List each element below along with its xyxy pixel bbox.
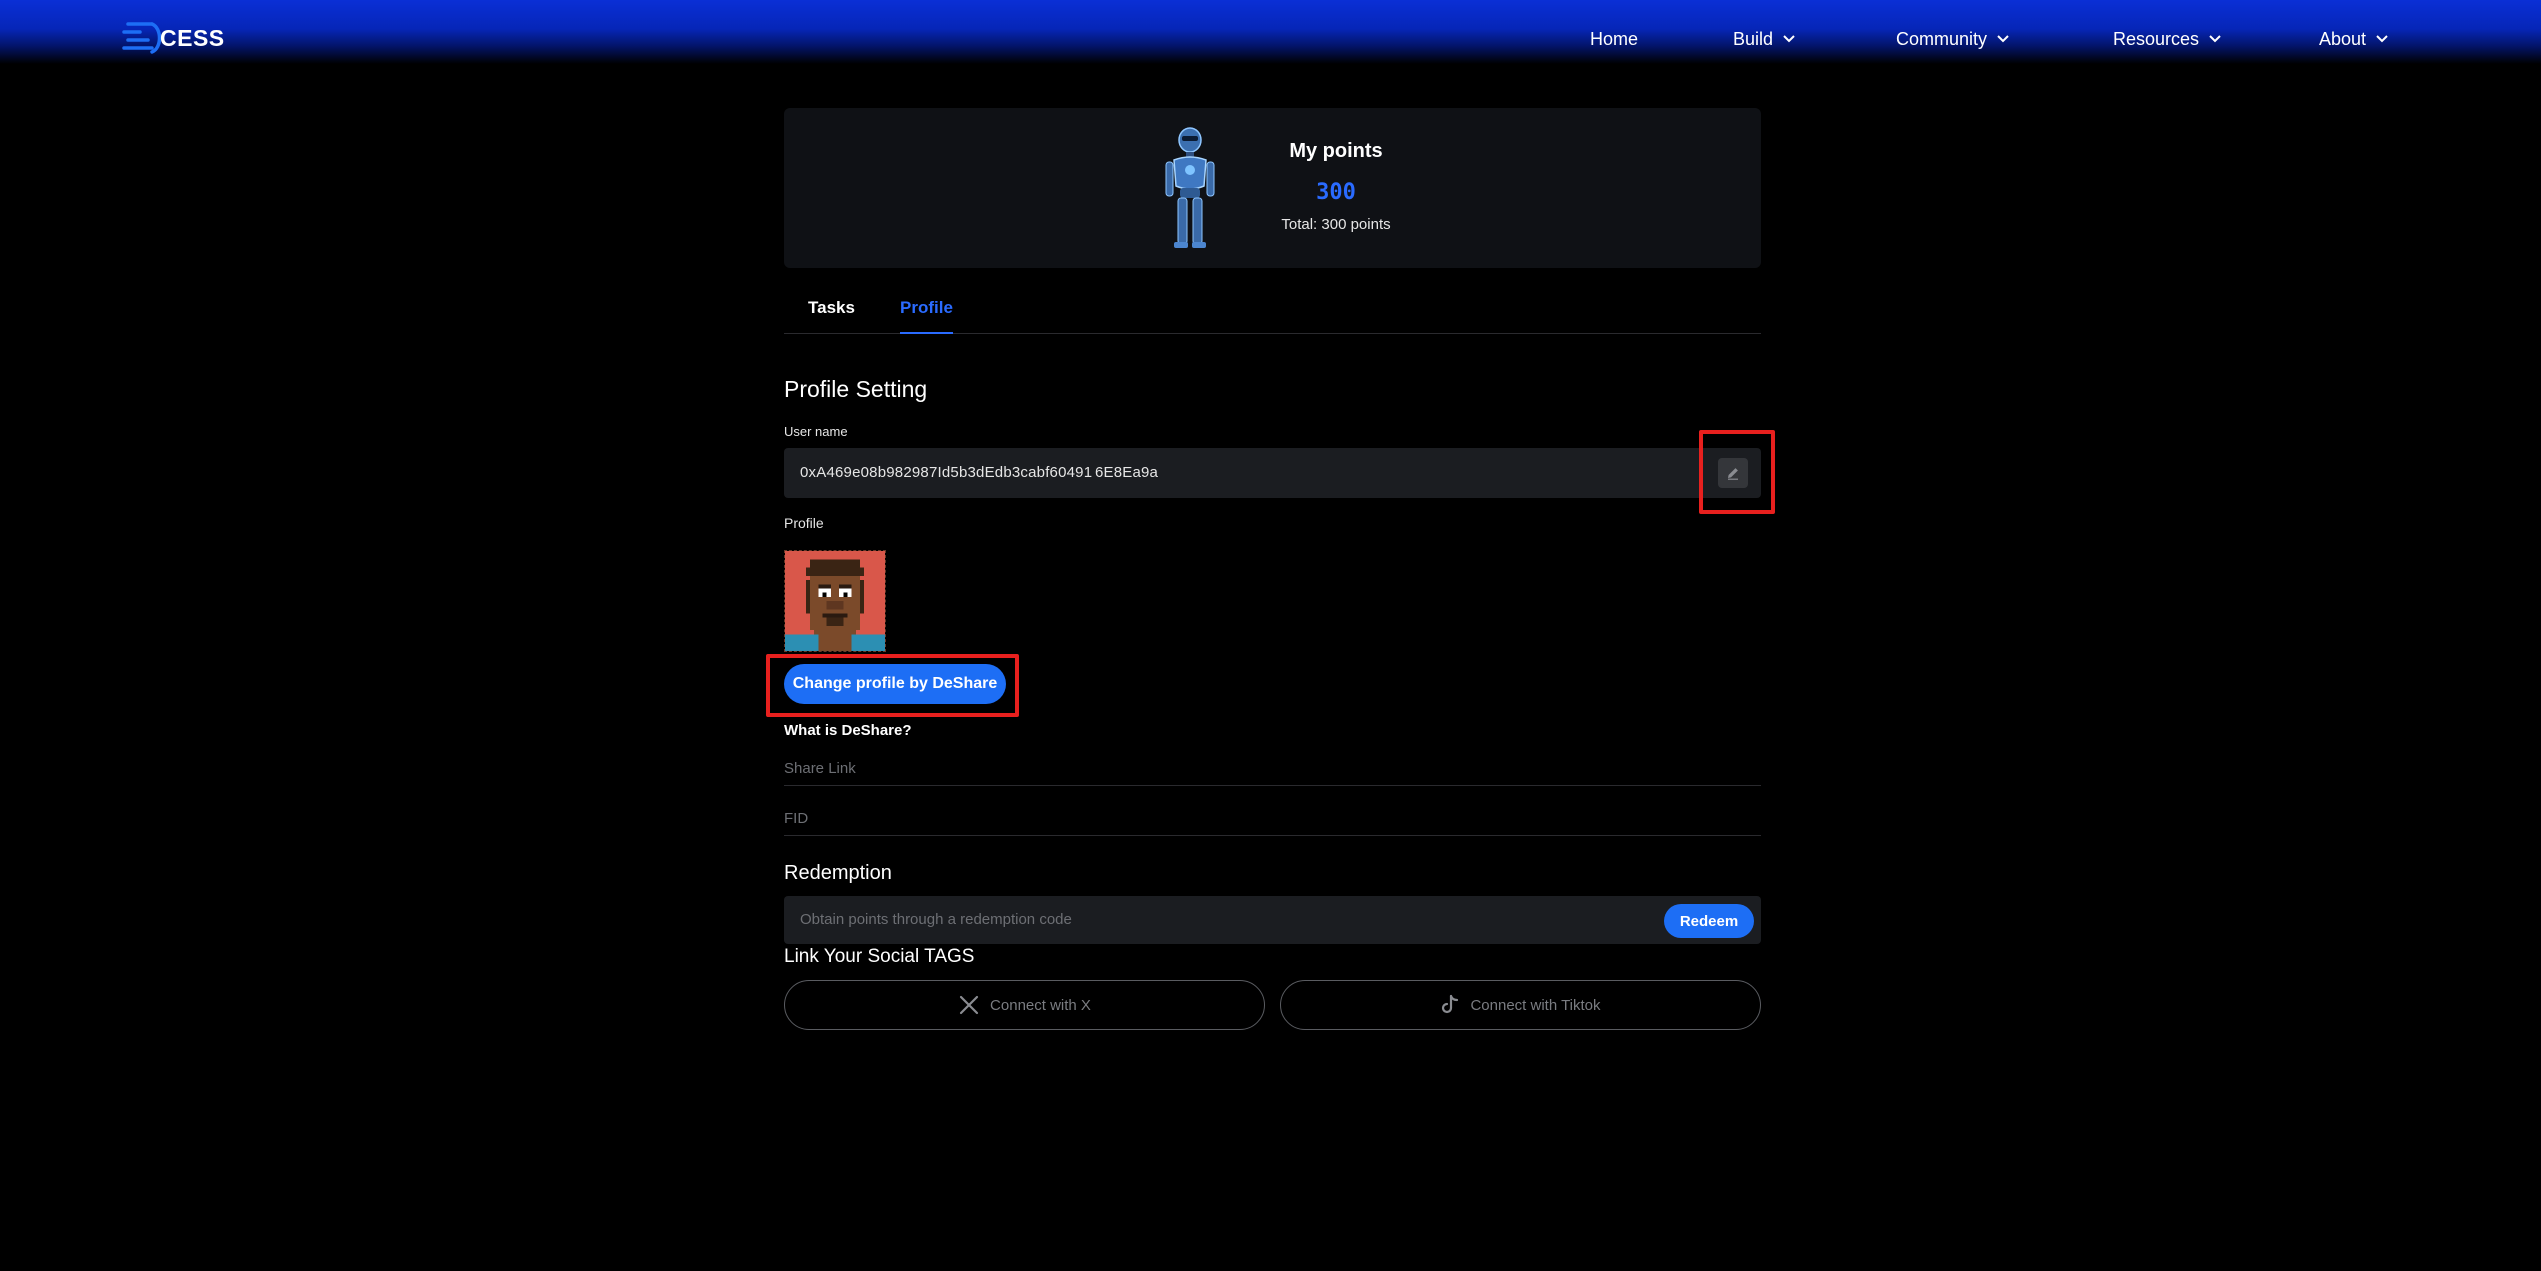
connect-tiktok-label: Connect with Tiktok <box>1470 996 1601 1014</box>
username-label: User name <box>784 424 848 439</box>
x-logo-icon <box>959 995 979 1015</box>
tab-profile[interactable]: Profile <box>900 298 953 334</box>
top-nav-bar: CESS Home Build Community Resources Abou… <box>0 0 2541 64</box>
main-nav: Home Build Community Resources About <box>0 24 2541 54</box>
redemption-placeholder: Obtain points through a redemption code <box>800 911 1072 928</box>
connect-x-button[interactable]: Connect with X <box>784 980 1265 1030</box>
highlight-box-change-profile <box>766 654 1019 717</box>
points-total: Total: 300 points <box>1281 216 1391 233</box>
nav-about-label: About <box>2319 28 2367 49</box>
username-field: 0xA469e08b982987Id5b3dEdb3cabf60491 6E8E… <box>784 448 1761 498</box>
chevron-down-icon <box>1997 35 2009 43</box>
social-tags-title: Link Your Social TAGS <box>784 946 975 967</box>
profile-label: Profile <box>784 515 824 531</box>
share-link-input[interactable]: Share Link <box>784 752 1761 786</box>
highlight-box-edit <box>1699 430 1775 514</box>
redemption-code-input[interactable]: Obtain points through a redemption code … <box>784 896 1761 944</box>
robot-mascot-icon <box>1165 127 1215 248</box>
connect-x-label: Connect with X <box>990 996 1091 1014</box>
fid-input[interactable]: FID <box>784 802 1761 836</box>
connect-tiktok-button[interactable]: Connect with Tiktok <box>1280 980 1761 1030</box>
nav-about[interactable]: About <box>2319 24 2388 54</box>
nav-community[interactable]: Community <box>1896 24 2009 54</box>
redeem-button[interactable]: Redeem <box>1664 904 1754 938</box>
nav-home[interactable]: Home <box>1590 24 1638 54</box>
points-title: My points <box>1289 140 1383 162</box>
points-card: My points 300 Total: 300 points <box>784 108 1761 268</box>
nav-build[interactable]: Build <box>1733 24 1795 54</box>
chevron-down-icon <box>2209 35 2221 43</box>
tiktok-logo-icon <box>1442 994 1459 1014</box>
nav-build-label: Build <box>1733 28 1774 49</box>
what-is-deshare-link[interactable]: What is DeShare? <box>784 722 912 739</box>
tab-tasks[interactable]: Tasks <box>808 298 855 334</box>
nav-community-label: Community <box>1896 28 1988 49</box>
nav-resources-label: Resources <box>2113 28 2200 49</box>
nav-resources[interactable]: Resources <box>2113 24 2221 54</box>
chevron-down-icon <box>2376 35 2388 43</box>
chevron-down-icon <box>1783 35 1795 43</box>
points-value: 300 <box>1316 180 1356 205</box>
profile-setting-title: Profile Setting <box>784 376 928 402</box>
username-value: 0xA469e08b982987Id5b3dEdb3cabf60491 6E8E… <box>800 464 1159 481</box>
fid-placeholder: FID <box>784 810 809 827</box>
share-link-placeholder: Share Link <box>784 760 856 777</box>
pixel-avatar-image <box>784 550 886 652</box>
nav-home-label: Home <box>1590 28 1639 49</box>
redemption-title: Redemption <box>784 862 892 884</box>
tab-bar: Tasks Profile <box>784 296 1761 334</box>
